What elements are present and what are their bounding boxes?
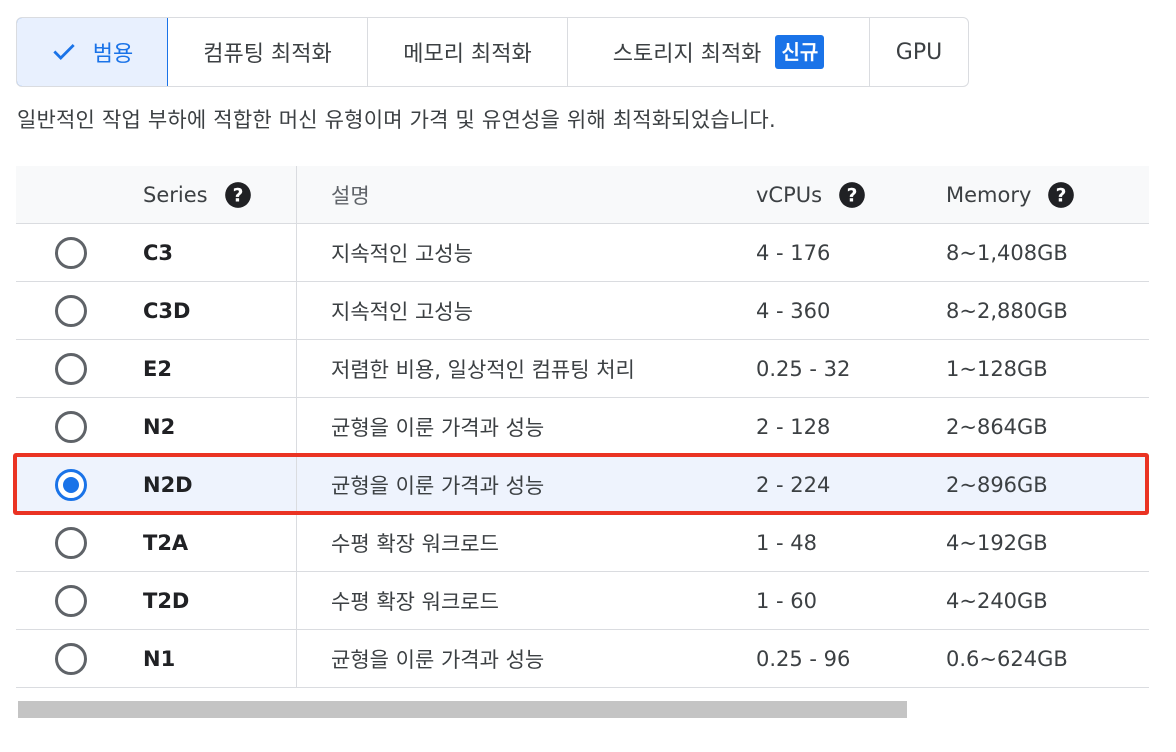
header-memory: Memory ? bbox=[946, 181, 1149, 209]
vcpus-cell: 1 - 48 bbox=[756, 530, 818, 555]
help-icon[interactable]: ? bbox=[224, 181, 252, 209]
table-row[interactable]: N1 균형을 이룬 가격과 성능 0.25 - 96 0.6~624GB bbox=[16, 630, 1149, 688]
vcpus-cell: 4 - 360 bbox=[756, 298, 831, 323]
memory-cell: 4~240GB bbox=[946, 588, 1048, 613]
radio-cell bbox=[16, 642, 126, 675]
tab-label: GPU bbox=[895, 39, 943, 65]
description-cell: 지속적인 고성능 bbox=[296, 224, 756, 281]
memory-cell: 8~1,408GB bbox=[946, 240, 1068, 265]
tab-storage-optimized[interactable]: 스토리지 최적화 신규 bbox=[568, 18, 870, 86]
svg-text:?: ? bbox=[1056, 185, 1067, 206]
help-icon[interactable]: ? bbox=[838, 181, 866, 209]
header-label: Series bbox=[143, 182, 208, 207]
series-radio[interactable] bbox=[55, 642, 87, 675]
radio-cell bbox=[16, 468, 126, 501]
description-cell: 수평 확장 워크로드 bbox=[296, 572, 756, 629]
description-cell: 균형을 이룬 가격과 성능 bbox=[296, 630, 756, 687]
tab-label: 범용 bbox=[92, 42, 134, 67]
table-row[interactable]: E2 저렴한 비용, 일상적인 컴퓨팅 처리 0.25 - 32 1~128GB bbox=[16, 340, 1149, 398]
series-cell: N2D bbox=[143, 472, 193, 497]
table-row[interactable]: T2A 수평 확장 워크로드 1 - 48 4~192GB bbox=[16, 514, 1149, 572]
family-description: 일반적인 작업 부하에 적합한 머신 유형이며 가격 및 유연성을 위해 최적화… bbox=[17, 108, 776, 132]
machine-family-tabs: 범용 컴퓨팅 최적화 메모리 최적화 스토리지 최적화 신규 GPU bbox=[16, 17, 969, 87]
memory-cell: 8~2,880GB bbox=[946, 298, 1068, 323]
tab-gpu[interactable]: GPU bbox=[870, 18, 968, 86]
check-icon bbox=[53, 44, 75, 60]
vcpus-cell: 0.25 - 32 bbox=[756, 356, 851, 381]
radio-cell bbox=[16, 236, 126, 269]
series-radio[interactable] bbox=[55, 584, 87, 617]
radio-cell bbox=[16, 526, 126, 559]
memory-cell: 2~864GB bbox=[946, 414, 1048, 439]
help-icon[interactable]: ? bbox=[1047, 181, 1075, 209]
svg-text:?: ? bbox=[232, 185, 243, 206]
description-cell: 균형을 이룬 가격과 성능 bbox=[296, 398, 756, 455]
description-cell: 균형을 이룬 가격과 성능 bbox=[296, 456, 756, 513]
table-row[interactable]: C3D 지속적인 고성능 4 - 360 8~2,880GB bbox=[16, 282, 1149, 340]
radio-cell bbox=[16, 352, 126, 385]
series-cell: C3 bbox=[143, 240, 174, 265]
tab-general-purpose[interactable]: 범용 bbox=[17, 18, 168, 86]
memory-cell: 0.6~624GB bbox=[946, 646, 1068, 671]
description-cell: 지속적인 고성능 bbox=[296, 282, 756, 339]
table-row[interactable]: C3 지속적인 고성능 4 - 176 8~1,408GB bbox=[16, 224, 1149, 282]
tab-label: 스토리지 최적화 bbox=[612, 42, 762, 67]
tab-label: 메모리 최적화 bbox=[403, 42, 532, 67]
series-cell: N2 bbox=[143, 414, 176, 439]
header-label: Memory bbox=[946, 182, 1032, 207]
table-row[interactable]: T2D 수평 확장 워크로드 1 - 60 4~240GB bbox=[16, 572, 1149, 630]
memory-cell: 4~192GB bbox=[946, 530, 1048, 555]
vcpus-cell: 4 - 176 bbox=[756, 240, 831, 265]
header-vcpus: vCPUs ? bbox=[756, 181, 946, 209]
header-description: 설명 bbox=[296, 166, 756, 223]
series-radio[interactable] bbox=[55, 352, 87, 385]
tab-label: 컴퓨팅 최적화 bbox=[203, 42, 332, 67]
description-cell: 수평 확장 워크로드 bbox=[296, 514, 756, 571]
series-cell: T2D bbox=[143, 588, 190, 613]
tab-compute-optimized[interactable]: 컴퓨팅 최적화 bbox=[168, 18, 368, 86]
tab-memory-optimized[interactable]: 메모리 최적화 bbox=[368, 18, 568, 86]
header-label: vCPUs bbox=[756, 182, 823, 207]
series-table: Series ? 설명 vCPUs ? Memory ? C3 지속적인 고성능… bbox=[16, 166, 1149, 688]
series-cell: E2 bbox=[143, 356, 172, 381]
radio-cell bbox=[16, 584, 126, 617]
svg-text:?: ? bbox=[847, 185, 858, 206]
header-series: Series ? bbox=[126, 181, 296, 209]
header-label: 설명 bbox=[331, 183, 370, 208]
memory-cell: 1~128GB bbox=[946, 356, 1048, 381]
series-cell: C3D bbox=[143, 298, 191, 323]
vcpus-cell: 1 - 60 bbox=[756, 588, 818, 613]
radio-cell bbox=[16, 294, 126, 327]
series-radio-selected[interactable] bbox=[55, 468, 87, 501]
vcpus-cell: 2 - 224 bbox=[756, 472, 831, 497]
table-header: Series ? 설명 vCPUs ? Memory ? bbox=[16, 166, 1149, 224]
radio-cell bbox=[16, 410, 126, 443]
series-radio[interactable] bbox=[55, 294, 87, 327]
table-row-selected[interactable]: N2D 균형을 이룬 가격과 성능 2 - 224 2~896GB bbox=[16, 456, 1149, 514]
machine-series-panel: 범용 컴퓨팅 최적화 메모리 최적화 스토리지 최적화 신규 GPU 일반적인 … bbox=[0, 0, 1176, 752]
vcpus-cell: 0.25 - 96 bbox=[756, 646, 851, 671]
memory-cell: 2~896GB bbox=[946, 472, 1048, 497]
description-cell: 저렴한 비용, 일상적인 컴퓨팅 처리 bbox=[296, 340, 756, 397]
series-cell: N1 bbox=[143, 646, 176, 671]
vcpus-cell: 2 - 128 bbox=[756, 414, 831, 439]
horizontal-scrollbar[interactable] bbox=[18, 701, 907, 718]
new-badge: 신규 bbox=[775, 35, 825, 69]
series-radio[interactable] bbox=[55, 526, 87, 559]
table-row[interactable]: N2 균형을 이룬 가격과 성능 2 - 128 2~864GB bbox=[16, 398, 1149, 456]
series-radio[interactable] bbox=[55, 236, 87, 269]
series-cell: T2A bbox=[143, 530, 189, 555]
series-radio[interactable] bbox=[55, 410, 87, 443]
